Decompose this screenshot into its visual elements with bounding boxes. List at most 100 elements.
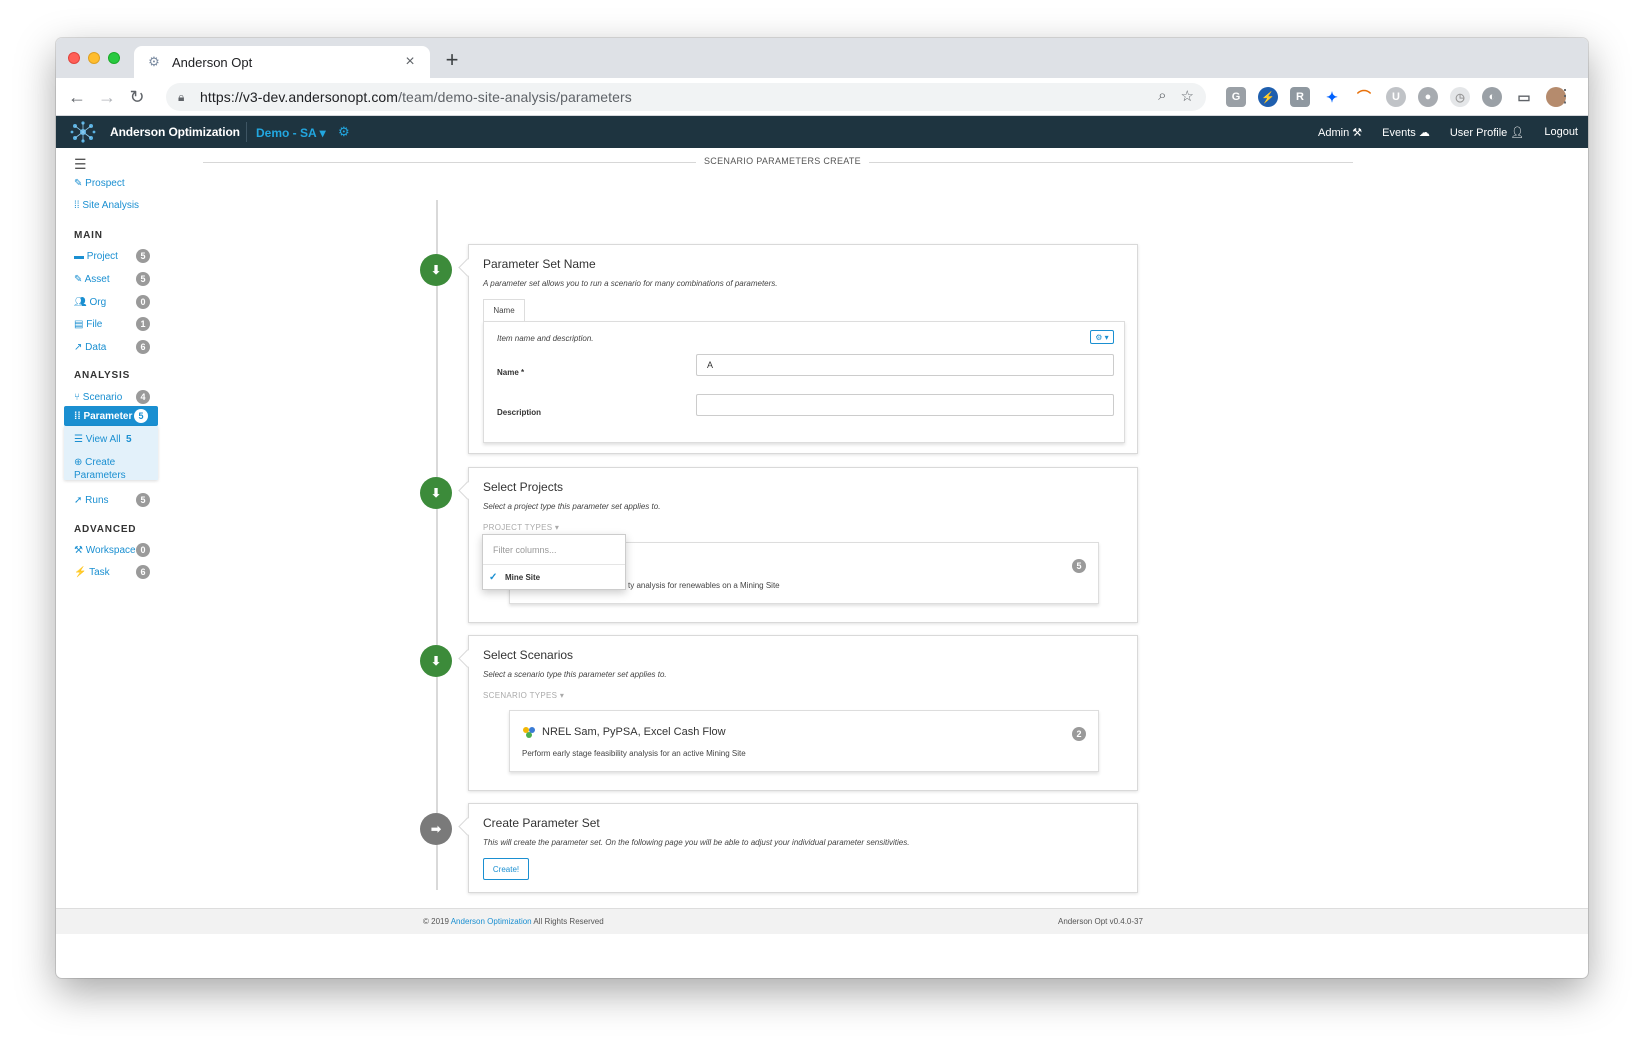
sidebar-item-view-all[interactable]: ☰ View All: [74, 434, 121, 445]
extension-u-icon[interactable]: U: [1386, 87, 1406, 107]
tab-title: Anderson Opt: [172, 54, 253, 70]
form-description: Item name and description.: [497, 334, 594, 343]
sidebar-item-runs[interactable]: ➚ Runs 5: [74, 492, 150, 508]
copyright: © 2019 Anderson Optimization All Rights …: [423, 917, 604, 926]
sidebar-item-parameter[interactable]: ⁞⁞ Parameter 5: [64, 406, 158, 426]
logout-link[interactable]: Logout: [1544, 126, 1578, 139]
hamburger-menu-icon[interactable]: ☰: [74, 156, 87, 173]
sidebar-item-project[interactable]: ▬ Project 5: [74, 248, 150, 264]
extension-gray-icon[interactable]: ◐: [1482, 87, 1502, 107]
create-button[interactable]: Create!: [483, 858, 529, 880]
panel-title: Select Projects: [483, 480, 564, 494]
parameter-set-name-panel: Parameter Set Name A parameter set allow…: [468, 244, 1138, 454]
count-badge: 5: [1072, 559, 1086, 573]
address-bar[interactable]: 🔒︎ https://v3-dev.andersonopt.com/team/d…: [166, 83, 1206, 111]
sidebar-item-prospect[interactable]: ✎ Prospect: [74, 178, 125, 189]
panel-description: This will create the parameter set. On t…: [483, 838, 910, 847]
timeline-line: [436, 200, 438, 890]
select-projects-panel: Select Projects Select a project type th…: [468, 467, 1138, 623]
brand-name[interactable]: Anderson Optimization: [110, 125, 240, 139]
name-field[interactable]: A: [696, 354, 1114, 376]
page-title: SCENARIO PARAMETERS CREATE: [696, 156, 869, 166]
count-badge: 5: [134, 409, 148, 423]
browser-menu-icon[interactable]: ⋮: [1556, 86, 1574, 107]
minimize-window-button[interactable]: [88, 52, 100, 64]
close-window-button[interactable]: [68, 52, 80, 64]
user-profile-link[interactable]: User Profile 👤︎: [1450, 126, 1525, 139]
lock-icon: 🔒︎: [178, 89, 185, 104]
step-3-arrow-icon: ⬇: [420, 645, 452, 677]
back-icon[interactable]: ←: [66, 86, 88, 108]
tab-name[interactable]: Name: [483, 299, 525, 321]
panel-description: Select a project type this parameter set…: [483, 502, 661, 511]
extension-g-icon[interactable]: G: [1226, 87, 1246, 107]
sidebar-heading-advanced: ADVANCED: [74, 524, 137, 535]
extension-circle-icon[interactable]: ●: [1418, 87, 1438, 107]
admin-link[interactable]: Admin ⚒: [1318, 126, 1362, 139]
select-scenarios-panel: Select Scenarios Select a scenario type …: [468, 635, 1138, 791]
step-1-arrow-icon: ⬇: [420, 254, 452, 286]
project-types-dropdown: Filter columns... ✓ Mine Site: [482, 534, 626, 590]
bookmark-star-icon[interactable]: ☆: [1181, 87, 1194, 105]
count-badge: 5: [136, 249, 150, 263]
filter-columns-input[interactable]: Filter columns...: [483, 535, 625, 565]
scenario-types-toggle[interactable]: SCENARIO TYPES ▾: [483, 691, 564, 700]
sidebar-item-task[interactable]: ⚡ Task 6: [74, 564, 150, 580]
description-label: Description: [497, 408, 542, 417]
navbar-divider: [246, 122, 247, 142]
sidebar-item-file[interactable]: ▤ File 1: [74, 316, 150, 332]
sidebar-heading-analysis: ANALYSIS: [74, 370, 131, 381]
team-settings-gear-icon[interactable]: ⚙: [338, 124, 350, 140]
extension-arc-icon[interactable]: ⌒: [1354, 87, 1374, 107]
card-title: NREL Sam, PyPSA, Excel Cash Flow: [522, 725, 726, 739]
brand-logo-icon[interactable]: [70, 120, 96, 144]
view-all-count: 5: [126, 434, 132, 445]
step-4-arrow-icon: ➡: [420, 813, 452, 845]
name-form: Item name and description. ⚙ ▾ Name * A …: [483, 321, 1125, 443]
sidebar-item-data[interactable]: ↗ Data 6: [74, 339, 150, 355]
panel-description: A parameter set allows you to run a scen…: [483, 279, 778, 288]
page-content: ☰ ✎ Prospect ⁞⁞ Site Analysis MAIN ▬ Pro…: [56, 148, 1588, 908]
demo-team-dropdown[interactable]: Demo - SA ▾: [256, 126, 326, 140]
sidebar-item-site-analysis[interactable]: ⁞⁞ Site Analysis: [74, 200, 139, 211]
sidebar-item-scenario[interactable]: ⑂ Scenario 4: [74, 389, 150, 405]
new-tab-button[interactable]: +: [440, 48, 464, 72]
count-badge: 4: [136, 390, 150, 404]
panel-description: Select a scenario type this parameter se…: [483, 670, 667, 679]
tab-strip: ⚙ Anderson Opt × +: [56, 38, 1588, 78]
close-tab-icon[interactable]: ×: [402, 53, 418, 71]
form-settings-gear-icon[interactable]: ⚙ ▾: [1090, 330, 1114, 344]
description-field[interactable]: [696, 394, 1114, 416]
count-badge: 5: [136, 272, 150, 286]
sidebar-item-asset[interactable]: ✎ Asset 5: [74, 271, 150, 287]
company-link[interactable]: Anderson Optimization: [451, 917, 532, 926]
cast-icon[interactable]: ▭: [1514, 87, 1534, 107]
extension-clock-icon[interactable]: ◷: [1450, 87, 1470, 107]
dropdown-option-mine-site[interactable]: ✓ Mine Site: [483, 565, 625, 589]
extension-r-icon[interactable]: R: [1290, 87, 1310, 107]
events-link[interactable]: Events ☁: [1382, 126, 1430, 139]
extension-blue-icon[interactable]: ⚡: [1258, 87, 1278, 107]
sidebar-item-workspace[interactable]: ⚒ Workspace 0: [74, 542, 150, 558]
forward-icon[interactable]: →: [96, 86, 118, 108]
name-label: Name *: [497, 368, 525, 377]
panel-title: Parameter Set Name: [483, 257, 596, 271]
sidebar-item-create-parameters[interactable]: ⊕ Create Parameters: [74, 456, 154, 482]
maximize-window-button[interactable]: [108, 52, 120, 64]
parameter-submenu: ☰ View All 5 ⊕ Create Parameters: [64, 426, 158, 482]
count-badge: 2: [1072, 727, 1086, 741]
reload-icon[interactable]: ↻: [126, 86, 148, 108]
count-badge: 6: [136, 340, 150, 354]
check-icon: ✓: [489, 571, 498, 583]
project-types-toggle[interactable]: PROJECT TYPES ▾: [483, 523, 559, 532]
dropbox-icon[interactable]: ✦: [1322, 87, 1342, 107]
favicon-icon: ⚙: [148, 54, 160, 69]
count-badge: 0: [136, 543, 150, 557]
scenario-type-card[interactable]: NREL Sam, PyPSA, Excel Cash Flow Perform…: [509, 710, 1099, 772]
zoom-icon[interactable]: ⌕: [1158, 87, 1166, 105]
url-text: https://v3-dev.andersonopt.com/team/demo…: [200, 89, 632, 105]
browser-tab[interactable]: ⚙ Anderson Opt ×: [134, 46, 430, 78]
extensions-bar: G ⚡ R ✦ ⌒ U ● ◷ ◐ ▭: [1226, 87, 1566, 107]
count-badge: 0: [136, 295, 150, 309]
sidebar-item-org[interactable]: 👥︎ Org 0: [74, 294, 150, 310]
